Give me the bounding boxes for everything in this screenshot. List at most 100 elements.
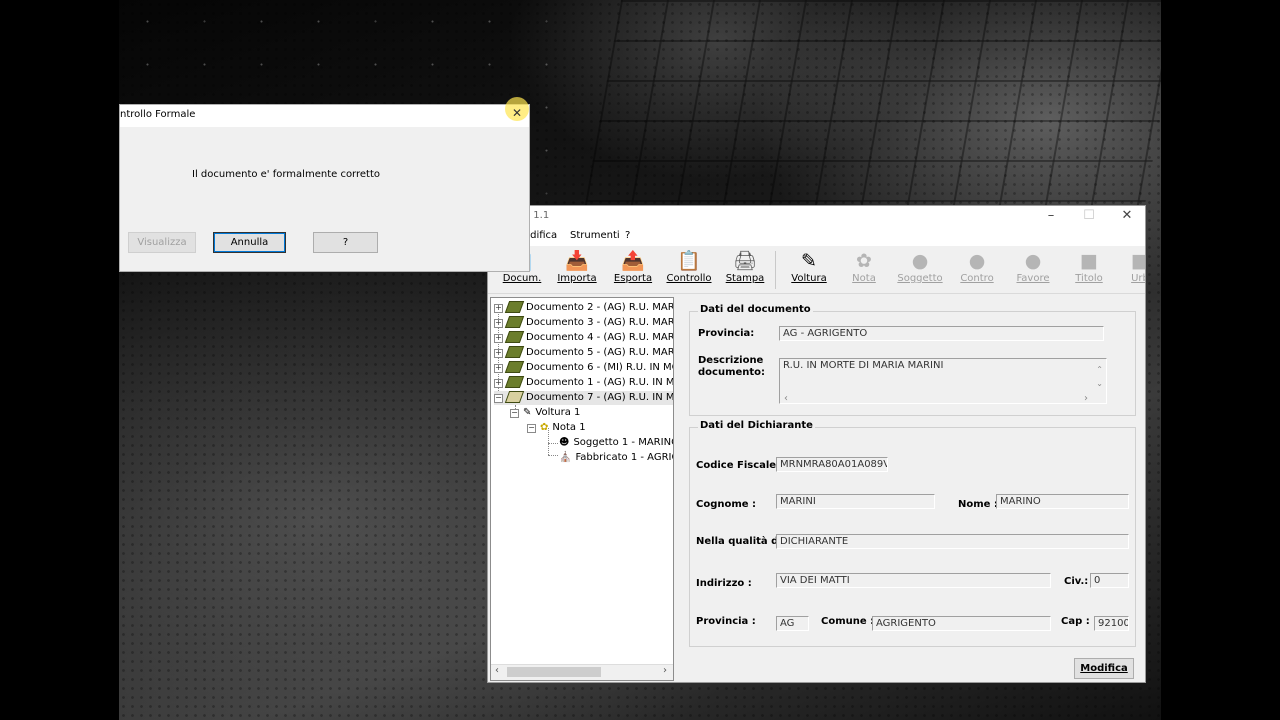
modifica-button[interactable]: Modifica [1074, 658, 1134, 679]
import-icon: 📥 [565, 250, 589, 272]
title-icon: ■ [1080, 250, 1098, 272]
building-icon: ■ [1127, 249, 1145, 273]
dialog-title: ntrollo Formale [120, 109, 196, 120]
export-icon: 📤 [621, 250, 645, 272]
descrizione-label-line1: Descrizione [698, 355, 764, 366]
note-icon: ✿ [856, 250, 872, 272]
toolbar-favore-button[interactable]: ● Favore [1007, 247, 1059, 293]
cap-label: Cap : [1061, 616, 1090, 627]
tree-item-documento-6[interactable]: + Documento 6 - (MI) R.U. IN MOF [494, 361, 673, 375]
toolbar-esporta-button[interactable]: 📤 Esporta [607, 247, 659, 293]
toolbar: 📄 Docum. 📥 Importa 📤 Esporta 📋 Controllo… [488, 247, 1145, 294]
scroll-left-icon[interactable]: ‹ [495, 665, 499, 676]
main-app-window: a 1.1 – ☐ ✕ odifica Strumenti ? 📄 Docum.… [487, 205, 1146, 683]
cognome-label: Cognome : [696, 499, 757, 510]
codice-fiscale-label: Codice Fiscale : [696, 460, 784, 471]
descrizione-value: R.U. IN MORTE DI MARIA MARINI [783, 360, 944, 371]
toolbar-contro-button[interactable]: ● Contro [951, 247, 1003, 293]
scroll-left-icon[interactable]: ‹ [784, 393, 788, 403]
tree-item-documento-2[interactable]: + Documento 2 - (AG) R.U. MARIO [494, 301, 673, 315]
book-icon [504, 316, 525, 328]
descrizione-textarea[interactable]: R.U. IN MORTE DI MARIA MARINI ⌃ ⌄ ‹ › [779, 358, 1107, 404]
codice-fiscale-field[interactable]: MRNMRA80A01A089V [776, 457, 888, 472]
dialog-close-icon[interactable]: ✕ [512, 106, 522, 120]
building-icon: ⛪ [559, 452, 572, 463]
help-button[interactable]: ? [313, 232, 378, 253]
book-icon [504, 361, 525, 373]
visualizza-button[interactable]: Visualizza [128, 232, 196, 253]
civico-label: Civ.: [1064, 576, 1089, 587]
person-icon: ● [1024, 250, 1042, 272]
provincia-field[interactable]: AG - AGRIGENTO [779, 326, 1104, 341]
app-titlebar: a 1.1 – ☐ ✕ [488, 206, 1145, 228]
menu-help[interactable]: ? [625, 230, 630, 241]
toolbar-nota-button[interactable]: ✿ Nota [838, 247, 890, 293]
dich-provincia-label: Provincia : [696, 616, 756, 627]
toolbar-importa-button[interactable]: 📥 Importa [551, 247, 603, 293]
provincia-label: Provincia: [698, 328, 755, 339]
scroll-right-icon[interactable]: › [1084, 393, 1088, 403]
person-icon: ● [911, 250, 929, 272]
open-book-icon [504, 391, 525, 403]
toolbar-stampa-button[interactable]: 🖨 Stampa [719, 247, 771, 293]
toolbar-urb-button[interactable]: ■ Urb [1114, 247, 1145, 293]
cognome-field[interactable]: MARINI [776, 494, 935, 509]
scroll-thumb[interactable] [507, 667, 601, 677]
descrizione-label-line2: documento: [698, 367, 766, 378]
close-button[interactable]: ✕ [1108, 206, 1146, 228]
dich-provincia-field[interactable]: AG [776, 616, 809, 631]
tree-item-soggetto[interactable]: ☻ Soggetto 1 - MARINO [559, 436, 673, 450]
tree-item-documento-7[interactable]: − Documento 7 - (AG) R.U. IN MO [494, 391, 673, 405]
dati-documento-title: Dati del documento [698, 304, 813, 315]
tree-item-nota[interactable]: − ✿ Nota 1 [527, 421, 586, 435]
toolbar-voltura-button[interactable]: ✎ Voltura [783, 247, 835, 293]
toolbar-esporta-label: Esporta [613, 273, 653, 284]
dati-dichiarante-title: Dati del Dichiarante [698, 420, 815, 431]
minimize-button[interactable]: – [1032, 206, 1070, 228]
comune-label: Comune : [821, 616, 875, 627]
book-icon [504, 301, 525, 313]
annulla-button[interactable]: Annulla [213, 232, 286, 253]
dialog-message: Il documento e' formalmente corretto [192, 169, 380, 180]
toolbar-controllo-button[interactable]: 📋 Controllo [663, 247, 715, 293]
toolbar-voltura-label: Voltura [791, 273, 827, 284]
toolbar-titolo-label: Titolo [1075, 273, 1103, 284]
scroll-up-icon[interactable]: ⌃ [1096, 365, 1103, 374]
toolbar-nota-label: Nota [852, 273, 876, 284]
menu-strumenti[interactable]: Strumenti [570, 230, 620, 241]
tree-item-voltura[interactable]: − ✎ Voltura 1 [510, 406, 580, 420]
dati-documento-group: Dati del documento Provincia: AG - AGRIG… [689, 304, 1136, 416]
tree-item-documento-3[interactable]: + Documento 3 - (AG) R.U. MARIO [494, 316, 673, 330]
scroll-right-icon[interactable]: › [663, 665, 667, 676]
tree-item-documento-1[interactable]: + Documento 1 - (AG) R.U. IN MO [494, 376, 673, 390]
tree-item-documento-5[interactable]: + Documento 5 - (AG) R.U. MARIO [494, 346, 673, 360]
dialog-titlebar: ntrollo Formale [120, 105, 529, 127]
toolbar-docum-label: Docum. [502, 273, 542, 284]
menu-bar: odifica Strumenti ? [488, 228, 1145, 246]
nome-label: Nome : [958, 499, 998, 510]
toolbar-favore-label: Favore [1016, 273, 1050, 284]
toolbar-urb-label: Urb [1131, 273, 1145, 284]
cap-field[interactable]: 92100 [1094, 616, 1129, 631]
toolbar-titolo-button[interactable]: ■ Titolo [1063, 247, 1115, 293]
person-icon: ☻ [559, 437, 570, 448]
toolbar-soggetto-button[interactable]: ● Soggetto [894, 247, 946, 293]
toolbar-separator [775, 251, 776, 289]
comune-field[interactable]: AGRIGENTO [872, 616, 1051, 631]
book-icon [504, 346, 525, 358]
checklist-icon: 📋 [677, 250, 701, 272]
document-tree[interactable]: + Documento 2 - (AG) R.U. MARIO + Document… [490, 297, 674, 681]
tree-horizontal-scrollbar[interactable]: ‹ › [491, 664, 673, 680]
scroll-down-icon[interactable]: ⌄ [1096, 379, 1103, 388]
qualita-field[interactable]: DICHIARANTE [776, 534, 1129, 549]
nome-field[interactable]: MARINO [996, 494, 1129, 509]
tree-item-documento-4[interactable]: + Documento 4 - (AG) R.U. MARIO [494, 331, 673, 345]
person-icon: ● [968, 250, 986, 272]
maximize-button[interactable]: ☐ [1070, 206, 1108, 228]
tree-item-fabbricato[interactable]: ⛪ Fabbricato 1 - AGRIG [559, 451, 673, 465]
civico-field[interactable]: 0 [1090, 573, 1129, 588]
toolbar-contro-label: Contro [960, 273, 994, 284]
indirizzo-field[interactable]: VIA DEI MATTI [776, 573, 1051, 588]
printer-icon: 🖨 [732, 250, 758, 272]
voltura-icon: ✎ [801, 250, 817, 272]
